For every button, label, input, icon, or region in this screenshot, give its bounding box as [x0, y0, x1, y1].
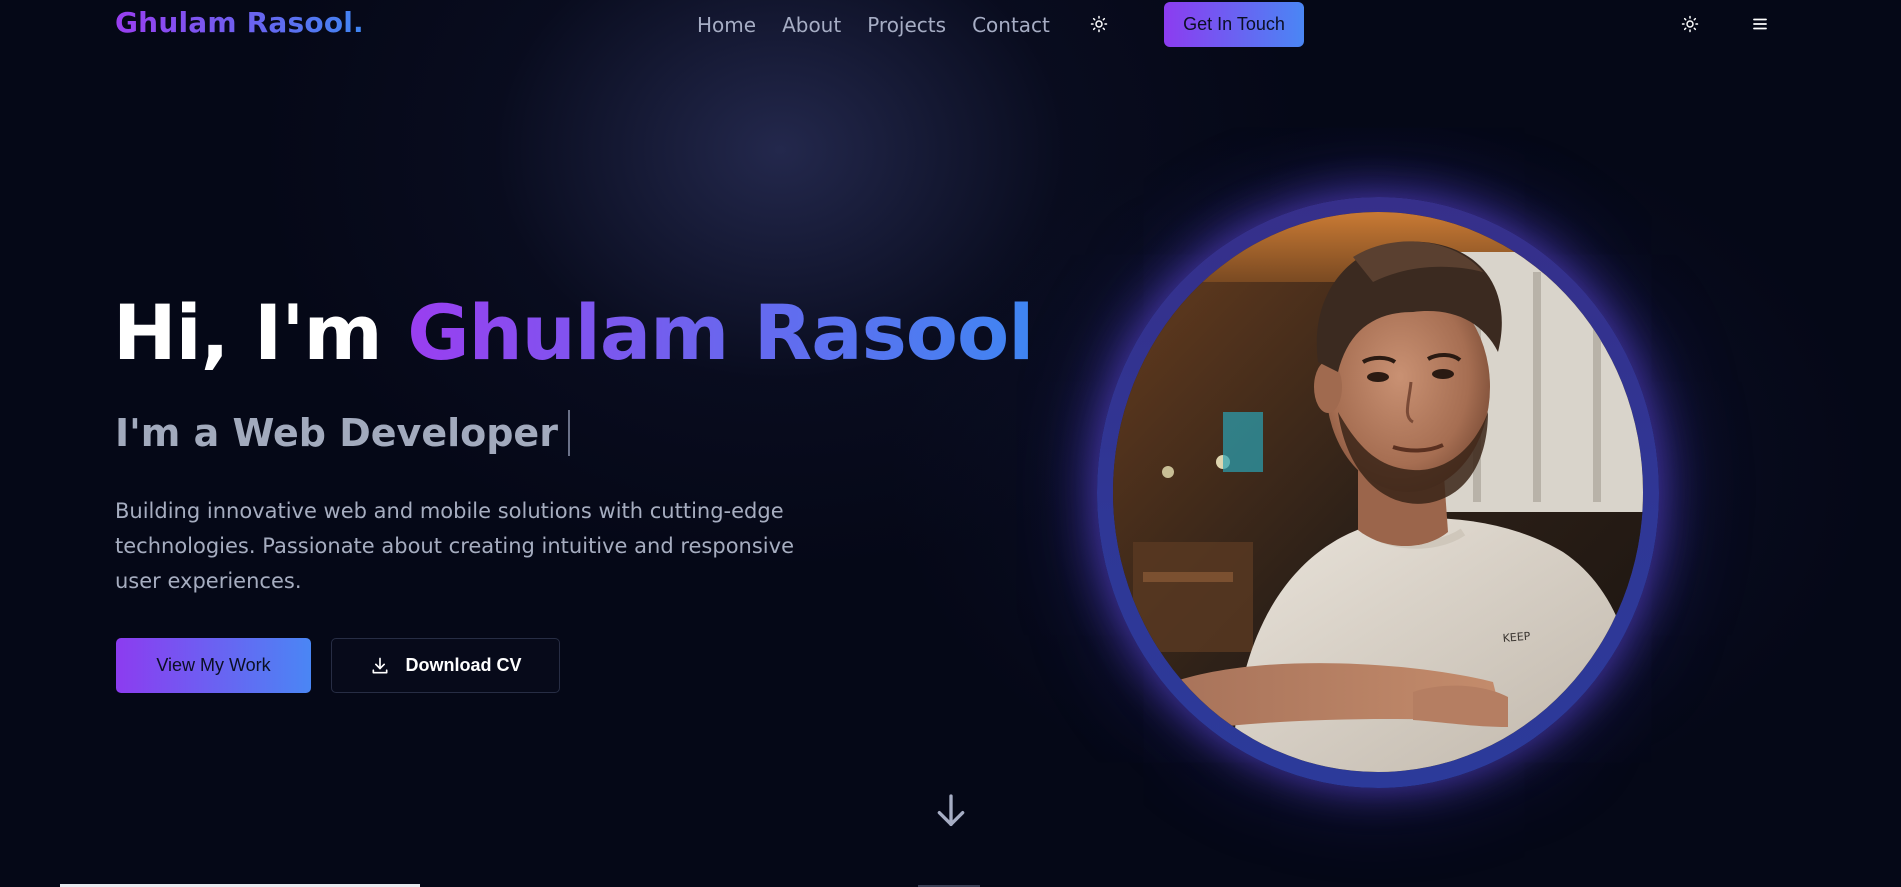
- typing-cursor: [567, 409, 570, 456]
- hero-name: Ghulam Rasool: [407, 288, 1034, 377]
- shirt-print: KEEP: [1502, 630, 1531, 645]
- download-icon: [372, 657, 387, 673]
- hero-subtitle: I'm a Web Developer: [115, 408, 570, 458]
- nav-link-contact[interactable]: Contact: [972, 13, 1050, 37]
- hero-greeting: Hi, I'm: [113, 288, 408, 377]
- menu-icon: [1753, 18, 1767, 30]
- download-cv-label: Download CV: [405, 655, 522, 675]
- arrow-down-icon: [937, 794, 965, 826]
- sun-icon: [1681, 15, 1699, 33]
- nav-links: Home About Projects Contact: [697, 13, 1050, 37]
- hero-title: Hi, I'm Ghulam Rasool: [113, 288, 1034, 378]
- typed-role-text: I'm a Web Developer: [115, 411, 558, 455]
- view-my-work-button[interactable]: View My Work: [116, 638, 311, 693]
- nav-link-projects[interactable]: Projects: [867, 13, 946, 37]
- sun-icon: [1090, 15, 1108, 33]
- profile-photo: KEEP: [1113, 212, 1643, 772]
- theme-toggle-button[interactable]: [1086, 11, 1112, 37]
- nav-link-home[interactable]: Home: [697, 13, 756, 37]
- page: Ghulam Rasool. Home About Projects Conta…: [0, 0, 1901, 887]
- download-cv-button[interactable]: Download CV: [331, 638, 560, 693]
- scroll-down-button[interactable]: [930, 790, 972, 832]
- mobile-theme-toggle-button[interactable]: [1677, 11, 1703, 37]
- logo[interactable]: Ghulam Rasool.: [115, 6, 364, 39]
- hero-description: Building innovative web and mobile solut…: [115, 499, 794, 593]
- nav-link-about[interactable]: About: [782, 13, 841, 37]
- get-in-touch-button[interactable]: Get In Touch: [1164, 2, 1304, 47]
- navbar: Ghulam Rasool. Home About Projects Conta…: [0, 0, 1901, 50]
- menu-button[interactable]: [1748, 11, 1772, 37]
